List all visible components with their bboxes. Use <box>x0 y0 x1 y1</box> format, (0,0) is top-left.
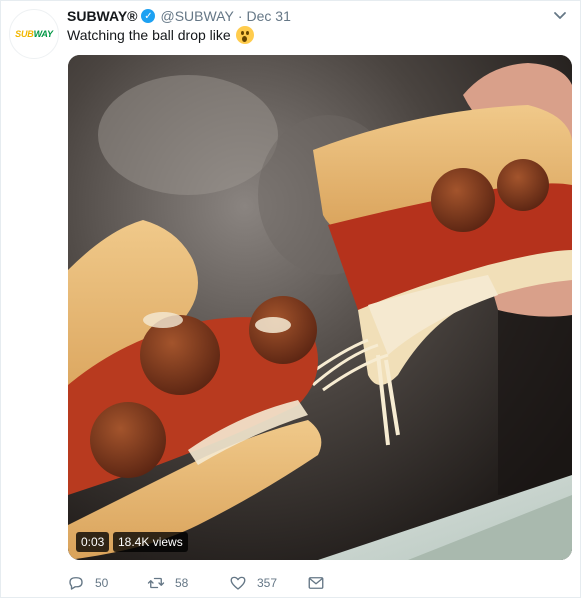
retweet-button[interactable]: 58 <box>147 573 188 593</box>
reply-icon <box>69 577 83 590</box>
envelope-icon <box>308 577 324 589</box>
video-view-count: 18.4K views <box>113 532 188 552</box>
like-button[interactable]: 357 <box>229 573 277 593</box>
user-handle[interactable]: @SUBWAY <box>160 8 233 24</box>
video-frame-image <box>68 55 572 560</box>
direct-message-button[interactable] <box>307 573 325 593</box>
chevron-down-icon[interactable] <box>552 7 568 23</box>
tweet-text-body: Watching the ball drop like <box>67 27 231 43</box>
retweet-count: 58 <box>175 576 189 590</box>
tweet-text: Watching the ball drop like <box>67 25 254 45</box>
tweet-date[interactable]: Dec 31 <box>247 8 291 24</box>
video-elapsed-time: 0:03 <box>76 532 110 552</box>
video-player[interactable]: 0:03 18.4K views <box>68 55 572 560</box>
heart-icon <box>230 576 246 590</box>
reply-count: 50 <box>95 576 109 590</box>
tweet-card[interactable]: SUBWAY SUBWAY® ✓ @SUBWAY · Dec 31 Watchi… <box>0 0 581 598</box>
display-name[interactable]: SUBWAY® <box>67 8 137 24</box>
verified-badge-icon: ✓ <box>141 9 156 23</box>
separator-dot: · <box>237 8 243 24</box>
like-count: 357 <box>257 576 278 590</box>
reply-button[interactable]: 50 <box>67 573 108 593</box>
tweet-header: SUBWAY® ✓ @SUBWAY · Dec 31 <box>67 7 291 25</box>
hushed-face-emoji-icon <box>235 26 254 44</box>
subway-logo: SUBWAY <box>15 29 53 39</box>
retweet-icon <box>147 577 165 589</box>
avatar[interactable]: SUBWAY <box>9 9 59 59</box>
